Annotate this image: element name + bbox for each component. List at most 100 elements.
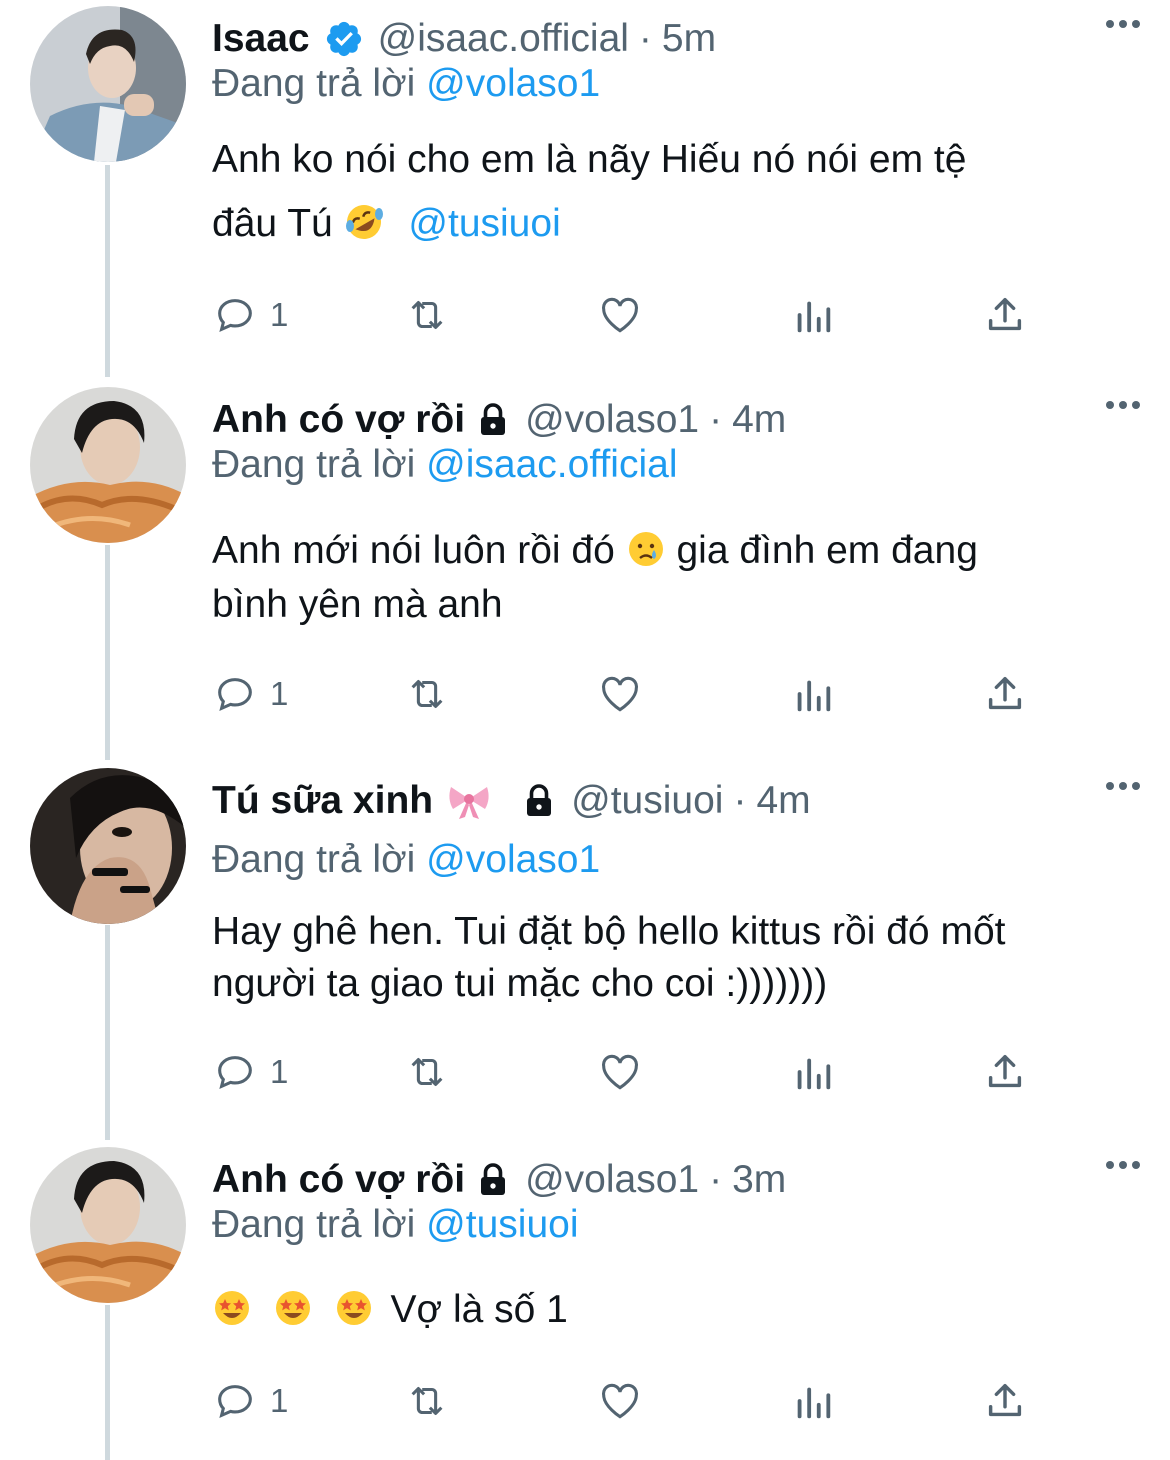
display-name[interactable]: Anh có vợ rồi: [212, 398, 465, 442]
reply-context: Đang trả lời @volaso1: [212, 838, 600, 882]
like-button[interactable]: [597, 290, 643, 340]
reply-to-mention[interactable]: @isaac.official: [426, 443, 677, 486]
avatar[interactable]: [30, 768, 186, 924]
man-with-pastry-avatar: [30, 1147, 186, 1303]
avatar[interactable]: [30, 6, 186, 162]
reply-button[interactable]: 1: [212, 1047, 288, 1097]
star-struck-emoji: [212, 1288, 252, 1328]
man-with-pastry-avatar: [30, 387, 186, 543]
tweet[interactable]: Tú sữa xinh @tusiuoi · 4m Đang trả lời @…: [0, 762, 1170, 1142]
reply-prefix: Đang trả lời: [212, 443, 416, 486]
avatar[interactable]: [30, 387, 186, 543]
tweet-actions: 1: [212, 1376, 1052, 1426]
user-handle[interactable]: @volaso1: [525, 1158, 699, 1202]
analytics-button[interactable]: [790, 290, 836, 340]
like-button[interactable]: [597, 1376, 643, 1426]
heart-icon: [602, 1383, 638, 1419]
tweet-text-line: người ta giao tui mặc cho coi :))))))): [212, 962, 828, 1005]
heart-icon: [602, 1054, 638, 1090]
reply-count: 1: [270, 675, 289, 712]
reply-icon: [218, 1056, 252, 1090]
tweet-text-fragment: đâu Tú: [212, 202, 333, 245]
separator-dot: ·: [709, 398, 723, 441]
timestamp[interactable]: 4m: [756, 779, 810, 823]
display-name[interactable]: Isaac: [212, 17, 310, 61]
rofl-emoji: [344, 198, 384, 239]
share-icon: [988, 297, 1022, 331]
retweet-icon: [411, 1058, 443, 1086]
retweet-button[interactable]: [404, 1376, 450, 1426]
like-button[interactable]: [597, 1047, 643, 1097]
retweet-button[interactable]: [404, 669, 450, 719]
more-options-icon[interactable]: [1106, 401, 1140, 409]
avatar[interactable]: [30, 1147, 186, 1303]
reply-context: Đang trả lời @volaso1: [212, 62, 600, 106]
retweet-icon: [411, 680, 443, 708]
share-button[interactable]: [982, 1376, 1028, 1426]
reply-count: 1: [270, 1382, 289, 1419]
retweet-button[interactable]: [404, 290, 450, 340]
lock-icon: [475, 1162, 511, 1198]
share-button[interactable]: [982, 1047, 1028, 1097]
like-button[interactable]: [597, 669, 643, 719]
analytics-button[interactable]: [790, 669, 836, 719]
more-options-icon[interactable]: [1106, 1161, 1140, 1169]
share-icon: [988, 676, 1022, 710]
separator-dot: ·: [709, 1158, 723, 1201]
reply-to-mention[interactable]: @tusiuoi: [426, 1203, 578, 1246]
star-struck-emoji: [334, 1288, 374, 1328]
retweet-icon: [411, 301, 443, 329]
lock-icon: [521, 783, 557, 819]
reply-button[interactable]: 1: [212, 669, 288, 719]
man-in-blue-suit-avatar: [30, 6, 186, 162]
share-button[interactable]: [982, 669, 1028, 719]
star-struck-emoji: [273, 1288, 313, 1328]
tweet-text-line: Anh mới nói luôn rồi đó gia đình em đang: [212, 524, 1142, 578]
share-button[interactable]: [982, 290, 1028, 340]
analytics-button[interactable]: [790, 1047, 836, 1097]
display-name[interactable]: Anh có vợ rồi: [212, 1158, 465, 1202]
verified-badge-icon: [324, 19, 364, 59]
man-covering-face-avatar: [30, 768, 186, 924]
tweet-actions: 1: [212, 1047, 1052, 1097]
timestamp[interactable]: 3m: [732, 1158, 786, 1202]
timestamp[interactable]: 5m: [662, 17, 716, 61]
mention-link[interactable]: @tusiuoi: [408, 202, 560, 245]
more-options-icon[interactable]: [1106, 782, 1140, 790]
reply-prefix: Đang trả lời: [212, 1203, 416, 1246]
reply-to-mention[interactable]: @volaso1: [426, 62, 600, 105]
separator-dot: ·: [733, 779, 747, 822]
more-options-icon[interactable]: [1106, 20, 1140, 28]
reply-button[interactable]: 1: [212, 290, 288, 340]
tweet[interactable]: Isaac @isaac.official · 5m Đang trả lời …: [0, 0, 1170, 380]
heart-icon: [602, 676, 638, 712]
tweet-text: Hay ghê hen. Tui đặt bộ hello kittus rồi…: [212, 906, 1142, 1010]
tweet-text-fragment: gia đình em đang: [676, 529, 978, 572]
retweet-icon: [411, 1387, 443, 1415]
tweet[interactable]: Anh có vợ rồi @volaso1 · 4m Đang trả lời…: [0, 381, 1170, 761]
crying-face-emoji: [626, 529, 666, 569]
user-handle[interactable]: @volaso1: [525, 398, 699, 442]
tweet[interactable]: Anh có vợ rồi @volaso1 · 3m Đang trả lời…: [0, 1141, 1170, 1460]
reply-prefix: Đang trả lời: [212, 838, 416, 881]
reply-to-mention[interactable]: @volaso1: [426, 838, 600, 881]
tweet-text: Vợ là số 1: [212, 1283, 1142, 1337]
reply-button[interactable]: 1: [212, 1376, 288, 1426]
analytics-button[interactable]: [790, 1376, 836, 1426]
display-name[interactable]: Tú sữa xinh: [212, 779, 433, 823]
ribbon-emoji: [447, 781, 491, 821]
reply-icon: [218, 1385, 252, 1419]
analytics-icon: [797, 680, 831, 712]
reply-icon: [218, 678, 252, 712]
separator-dot: ·: [638, 17, 652, 60]
timestamp[interactable]: 4m: [732, 398, 786, 442]
user-handle[interactable]: @tusiuoi: [571, 779, 723, 823]
tweet-actions: 1: [212, 669, 1052, 719]
retweet-button[interactable]: [404, 1047, 450, 1097]
tweet-text-line: đâu Tú @tusiuoi: [212, 192, 1142, 256]
reply-icon: [218, 299, 252, 333]
user-handle[interactable]: @isaac.official: [378, 17, 629, 61]
reply-count: 1: [270, 296, 289, 333]
analytics-icon: [797, 1058, 831, 1090]
share-icon: [988, 1054, 1022, 1088]
